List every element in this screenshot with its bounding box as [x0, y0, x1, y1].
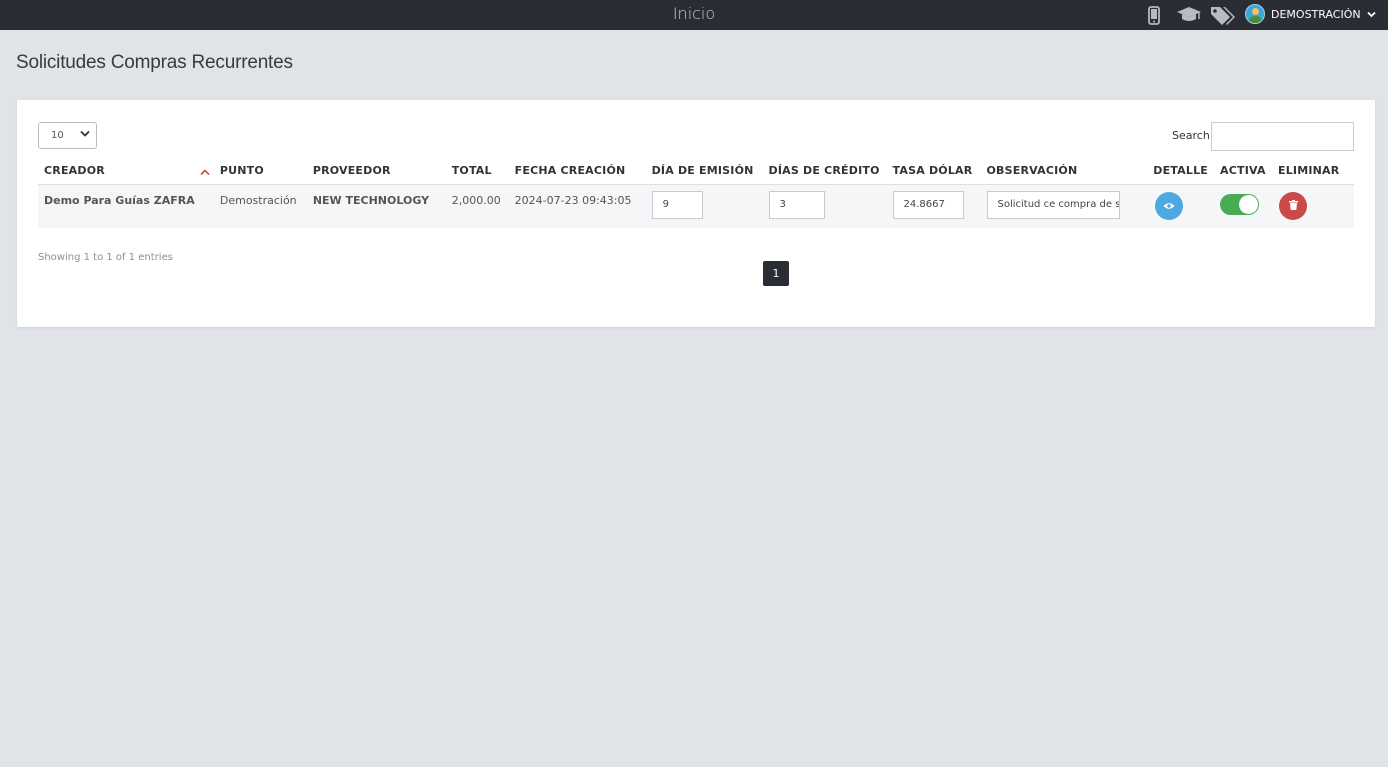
column-header-creador[interactable]: CREADOR — [38, 158, 214, 185]
chevron-down-icon — [1366, 8, 1376, 21]
entries-per-page-select[interactable]: 10 — [38, 122, 97, 149]
pagination-page-1[interactable]: 1 — [763, 261, 789, 286]
cell-proveedor: NEW TECHNOLOGY — [306, 184, 446, 228]
table-header-row: CREADOR PUNTO PROVEEDOR TOTAL FECHA CREA… — [38, 158, 1354, 185]
column-header-dia-emision[interactable]: DÍA DE EMISIÓN — [645, 158, 763, 185]
requests-table: CREADOR PUNTO PROVEEDOR TOTAL FECHA CREA… — [38, 158, 1354, 228]
page-title: Solicitudes Compras Recurrentes — [16, 52, 293, 73]
column-header-fecha-creacion[interactable]: FECHA CREACIÓN — [508, 158, 646, 185]
entries-per-page-value: 10 — [51, 130, 64, 141]
cell-eliminar — [1272, 184, 1354, 228]
cell-detalle — [1147, 184, 1215, 228]
top-bar: Inicio DEMOSTRACIÓN — [0, 0, 1388, 30]
search-input[interactable] — [1211, 122, 1354, 151]
cell-fecha-creacion: 2024-07-23 09:43:05 — [508, 184, 646, 228]
column-header-dias-credito[interactable]: DÍAS DE CRÉDITO — [762, 158, 887, 185]
user-menu[interactable]: DEMOSTRACIÓN — [1245, 3, 1376, 25]
active-toggle[interactable] — [1220, 194, 1260, 216]
detail-button[interactable] — [1155, 192, 1184, 221]
table-row: Demo Para Guías ZAFRA Demostración NEW T… — [38, 184, 1354, 228]
tasa-dolar-input[interactable]: 24.8667 — [892, 190, 964, 219]
toggle-knob — [1239, 195, 1259, 215]
column-header-activa[interactable]: ACTIVA — [1214, 158, 1272, 185]
column-header-detalle[interactable]: DETALLE — [1147, 158, 1215, 185]
column-header-punto[interactable]: PUNTO — [213, 158, 307, 185]
sort-ascending-icon — [200, 166, 210, 179]
cell-tasa-dolar: 24.8667 — [886, 184, 981, 228]
cell-dias-credito: 3 — [762, 184, 887, 228]
avatar — [1245, 4, 1265, 24]
user-name: DEMOSTRACIÓN — [1271, 7, 1361, 21]
table-card: 10 Search: CREADOR PUNTO PROVEEDOR TOTAL — [17, 100, 1375, 327]
column-header-total[interactable]: TOTAL — [445, 158, 509, 185]
cell-punto: Demostración — [213, 184, 307, 228]
column-header-eliminar[interactable]: ELIMINAR — [1272, 158, 1354, 185]
tags-icon[interactable] — [1210, 5, 1236, 25]
eye-icon — [1163, 200, 1175, 213]
cell-activa — [1214, 184, 1272, 228]
dia-emision-input[interactable]: 9 — [651, 190, 703, 219]
table-info: Showing 1 to 1 of 1 entries — [38, 252, 173, 263]
total-link[interactable]: 2,000.00 — [445, 184, 509, 228]
chevron-down-icon — [80, 130, 90, 141]
column-label: CREADOR — [44, 164, 105, 178]
mobile-icon[interactable] — [1146, 5, 1162, 25]
search-label: Search: — [1172, 129, 1214, 142]
column-header-proveedor[interactable]: PROVEEDOR — [306, 158, 446, 185]
cell-creador: Demo Para Guías ZAFRA — [38, 184, 214, 228]
observacion-input[interactable]: Solicitud ce compra de s — [986, 190, 1120, 219]
cell-dia-emision: 9 — [645, 184, 763, 228]
graduation-cap-icon[interactable] — [1176, 5, 1202, 25]
column-header-tasa-dolar[interactable]: TASA DÓLAR — [886, 158, 981, 185]
column-header-observacion[interactable]: OBSERVACIÓN — [980, 158, 1148, 185]
cell-observacion: Solicitud ce compra de s — [980, 184, 1148, 228]
dias-credito-input[interactable]: 3 — [768, 190, 825, 219]
delete-button[interactable] — [1279, 192, 1307, 221]
trash-icon — [1288, 199, 1298, 213]
